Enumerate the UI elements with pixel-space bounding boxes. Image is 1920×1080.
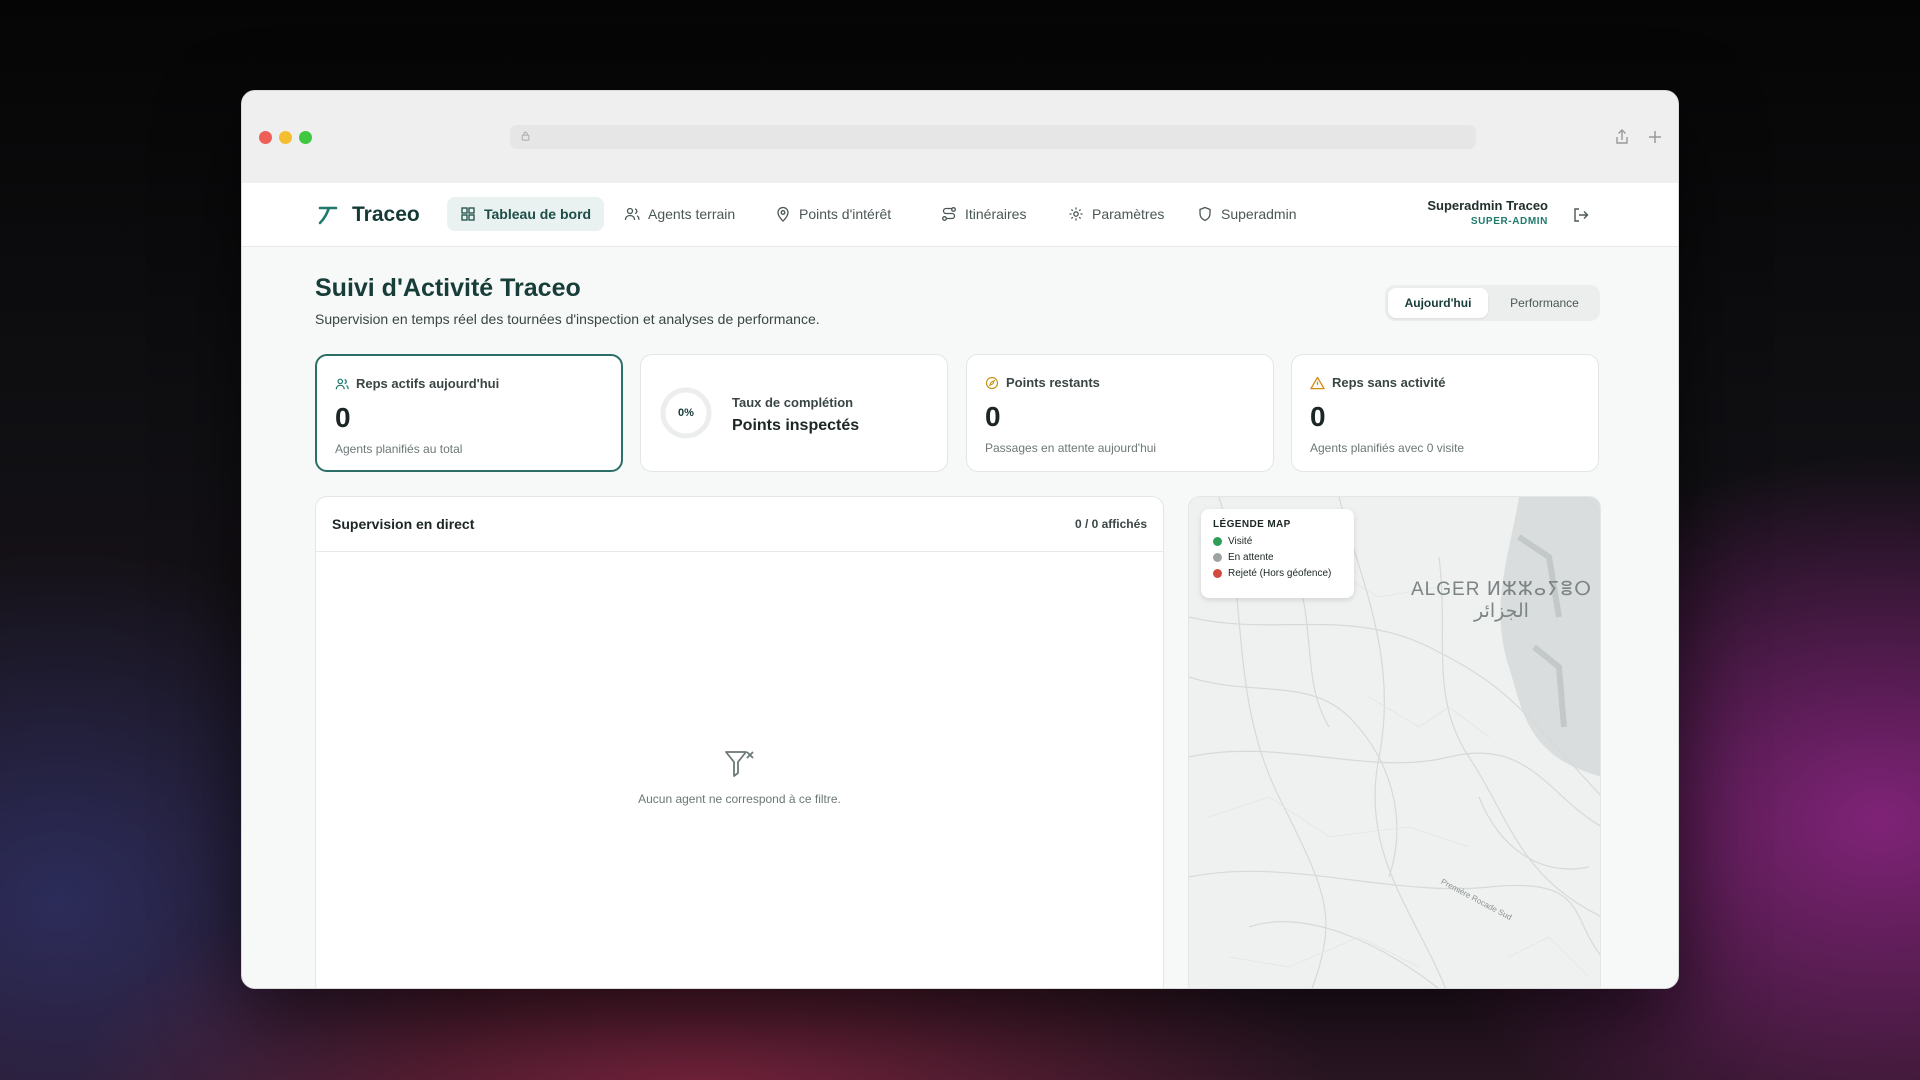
nav-label: Paramètres (1092, 206, 1165, 222)
user-info[interactable]: Superadmin Traceo SUPER-ADMIN (1427, 198, 1548, 227)
card-description: Agents planifiés avec 0 visite (1310, 441, 1465, 455)
card-description: Agents planifiés au total (335, 442, 463, 456)
completion-percent: 0% (678, 407, 694, 419)
card-completion-rate[interactable]: 0% Taux de complétion Points inspectés (640, 354, 948, 472)
card-description: Passages en attente aujourd'hui (985, 441, 1157, 455)
user-name: Superadmin Traceo (1427, 198, 1548, 213)
legend-item-rejected: Rejeté (Hors géofence) (1213, 568, 1342, 579)
share-icon[interactable] (1612, 127, 1632, 147)
nav-label: Agents terrain (648, 206, 736, 222)
status-dot (1213, 553, 1222, 562)
nav-agents-terrain[interactable]: Agents terrain (611, 197, 748, 231)
empty-message: Aucun agent ne correspond à ce filtre. (638, 792, 841, 806)
panel-title: Supervision en direct (332, 516, 475, 532)
users-icon (335, 378, 349, 389)
legend-label: En attente (1228, 552, 1274, 563)
nav-parametres[interactable]: Paramètres (1055, 197, 1177, 231)
top-navigation: Traceo Tableau de bord Agents terrain Po… (242, 183, 1678, 247)
compass-icon (985, 376, 999, 389)
card-title: Reps sans activité (1332, 375, 1446, 390)
new-tab-icon[interactable] (1645, 127, 1665, 147)
user-role: SUPER-ADMIN (1470, 216, 1548, 227)
maximize-window-button[interactable] (299, 131, 312, 144)
legend-title: LÉGENDE MAP (1213, 519, 1291, 530)
page-title: Suivi d'Activité Traceo (315, 274, 581, 302)
card-remaining-points[interactable]: Points restants 0 Passages en attente au… (966, 354, 1274, 472)
card-title: Points restants (1006, 375, 1100, 390)
minimize-window-button[interactable] (279, 131, 292, 144)
view-toggle: Aujourd'hui Performance (1385, 285, 1600, 321)
shield-icon (1199, 206, 1211, 222)
legend-item-visited: Visité (1213, 536, 1342, 547)
card-title: Taux de complétion (732, 395, 854, 410)
warning-icon (1310, 376, 1325, 389)
completion-ring: 0% (659, 386, 713, 440)
app-logo[interactable]: Traceo (316, 203, 420, 227)
panel-header: Supervision en direct 0 / 0 affichés (316, 497, 1163, 552)
city-name-latin: ALGER ⵍⵣⵣⴰⵢⴻⵔ (1411, 579, 1592, 600)
city-name-arabic: الجزائر (1474, 601, 1529, 622)
card-active-reps[interactable]: Reps actifs aujourd'hui 0 Agents planifi… (315, 354, 623, 472)
users-icon (624, 207, 640, 221)
empty-state: Aucun agent ne correspond à ce filtre. (316, 747, 1163, 806)
status-dot (1213, 569, 1222, 578)
nav-label: Superadmin (1221, 206, 1297, 222)
map-view[interactable]: ALGER ⵍⵣⵣⴰⵢⴻⵔ الجزائر Première Rocade Su… (1188, 496, 1601, 988)
card-subtitle: Points inspectés (732, 417, 860, 434)
card-inactive-reps[interactable]: Reps sans activité 0 Agents planifiés av… (1291, 354, 1599, 472)
logout-icon[interactable] (1572, 206, 1590, 224)
address-bar[interactable] (510, 125, 1476, 149)
legend-label: Visité (1228, 536, 1253, 547)
nav-label: Tableau de bord (484, 206, 592, 222)
live-supervision-panel: Supervision en direct 0 / 0 affichés Auc… (315, 496, 1164, 988)
traceo-logo-icon (318, 206, 338, 225)
tab-performance[interactable]: Performance (1492, 288, 1597, 318)
legend-label: Rejeté (Hors géofence) (1228, 568, 1332, 579)
nav-superadmin[interactable]: Superadmin (1184, 197, 1310, 231)
browser-titlebar (242, 91, 1678, 183)
displayed-count: 0 / 0 affichés (1074, 517, 1147, 531)
close-window-button[interactable] (259, 131, 272, 144)
card-value: 0 (335, 402, 351, 433)
filter-x-icon (724, 751, 754, 777)
status-dot (1213, 537, 1222, 546)
nav-points-interet[interactable]: Points d'intérêt (762, 197, 904, 231)
card-title: Reps actifs aujourd'hui (356, 376, 500, 391)
legend-item-pending: En attente (1213, 552, 1342, 563)
lock-icon (521, 131, 530, 141)
card-value: 0 (1310, 401, 1326, 432)
map-pin-icon (777, 206, 789, 222)
page-subtitle: Supervision en temps réel des tournées d… (315, 311, 820, 327)
nav-tableau-de-bord[interactable]: Tableau de bord (447, 197, 605, 231)
gear-icon (1069, 207, 1083, 221)
tab-aujourdhui[interactable]: Aujourd'hui (1388, 288, 1488, 318)
dashboard-icon (461, 207, 475, 221)
nav-label: Points d'intérêt (799, 206, 892, 222)
nav-label: Itinéraires (965, 206, 1027, 222)
browser-window: Traceo Tableau de bord Agents terrain Po… (241, 90, 1679, 989)
app-name: Traceo (352, 203, 420, 226)
map-legend: LÉGENDE MAP Visité En attente Rejeté (Ho… (1201, 509, 1354, 598)
route-icon (942, 207, 956, 221)
map-city-label: ALGER ⵍⵣⵣⴰⵢⴻⵔ الجزائر (1411, 579, 1592, 623)
nav-itineraires[interactable]: Itinéraires (928, 197, 1039, 231)
card-value: 0 (985, 401, 1001, 432)
